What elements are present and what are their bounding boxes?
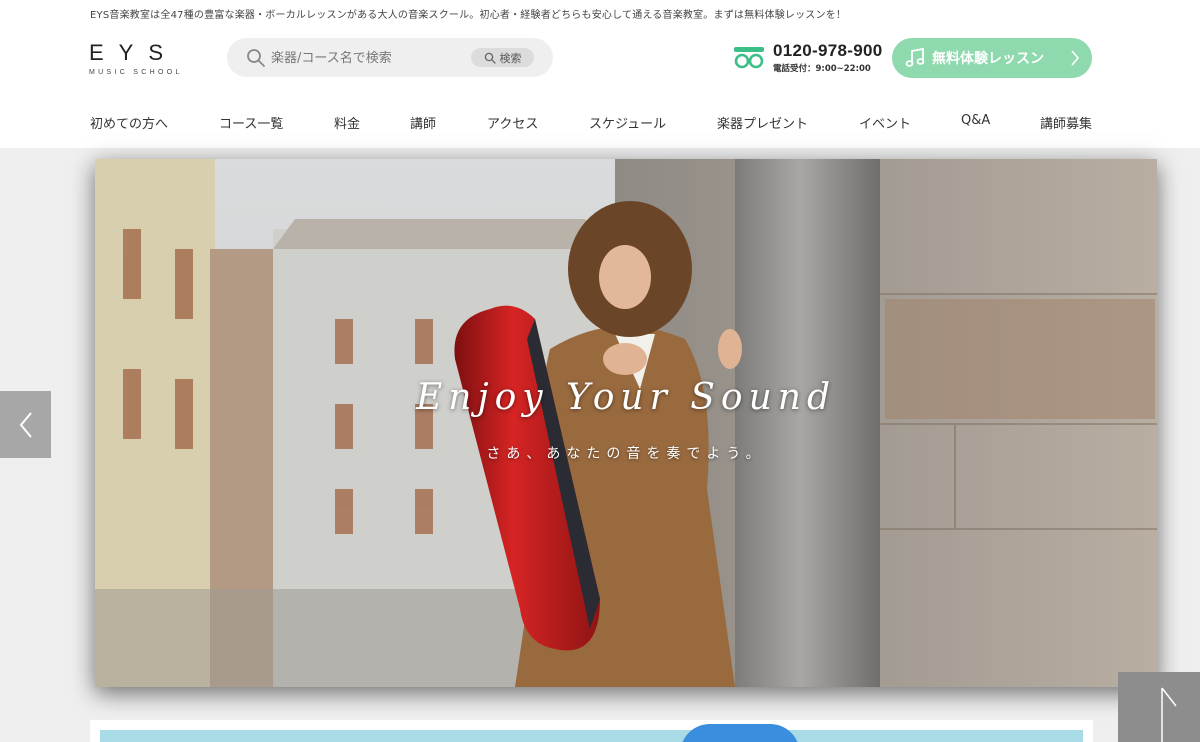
content-banner-graphic (680, 724, 800, 742)
phone-contact[interactable]: 0120-978-900 電話受付：9:00~22:00 (733, 41, 882, 74)
content-banner (100, 730, 1083, 742)
nav-schedule[interactable]: スケジュール (589, 113, 666, 132)
hero-headline: Enjoy Your Sound (416, 377, 836, 418)
nav-pricing[interactable]: 料金 (334, 113, 360, 132)
nav-access[interactable]: アクセス (487, 113, 538, 132)
slider-prev-button[interactable] (0, 391, 51, 458)
chevron-right-icon (1071, 50, 1080, 66)
nav-courses[interactable]: コース一覧 (219, 113, 283, 132)
search-input[interactable] (271, 47, 471, 69)
hero-slider[interactable]: Enjoy Your Sound さあ、あなたの音を奏でよう。 (95, 159, 1157, 687)
logo-text: EYS (89, 40, 179, 65)
search-bar: 検索 (227, 38, 553, 77)
freedial-icon (734, 47, 764, 69)
music-note-icon (905, 47, 925, 67)
nav-faq[interactable]: Q&A (961, 113, 990, 128)
hero-subheadline: さあ、あなたの音を奏でよう。 (486, 446, 766, 462)
site-tagline: EYS音楽教室は全47種の豊富な楽器・ボーカルレッスンがある大人の音楽スクール。… (90, 10, 847, 21)
nav-first-time[interactable]: 初めての方へ (90, 113, 168, 132)
logo-subtext: MUSIC SCHOOL (89, 69, 183, 76)
search-button-icon (484, 52, 496, 64)
nav-events[interactable]: イベント (859, 113, 911, 132)
nav-teacher-recruit[interactable]: 講師募集 (1040, 113, 1092, 132)
arrow-up-icon (1161, 687, 1177, 742)
main-nav: 初めての方へ コース一覧 料金 講師 アクセス スケジュール 楽器プレゼント イ… (0, 113, 1200, 133)
chevron-left-icon (19, 411, 32, 438)
search-button[interactable]: 検索 (471, 48, 534, 67)
search-button-label: 検索 (499, 51, 522, 65)
search-icon (247, 49, 265, 67)
content-card (90, 720, 1093, 742)
phone-hours: 電話受付：9:00~22:00 (773, 64, 871, 74)
hero-image (95, 159, 1157, 687)
phone-number: 0120-978-900 (773, 41, 883, 60)
free-trial-label: 無料体験レッスン (932, 51, 1044, 67)
back-to-top-button[interactable] (1118, 672, 1200, 742)
free-trial-button[interactable]: 無料体験レッスン (892, 38, 1092, 78)
nav-instrument-gift[interactable]: 楽器プレゼント (717, 113, 808, 132)
logo[interactable]: EYS MUSIC SCHOOL (89, 40, 183, 77)
nav-teachers[interactable]: 講師 (410, 113, 436, 132)
